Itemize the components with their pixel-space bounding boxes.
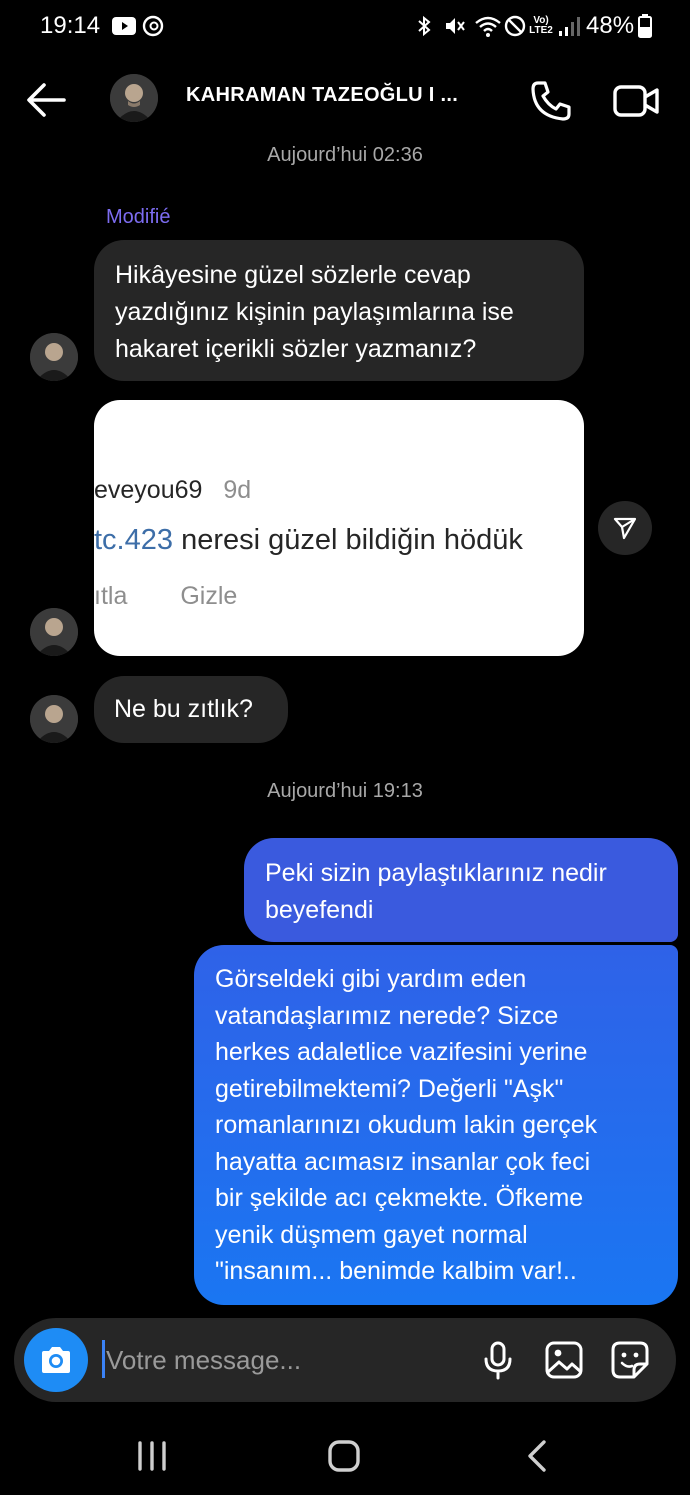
gallery-button[interactable] <box>544 1340 584 1380</box>
status-time: 19:14 <box>40 12 101 39</box>
back-arrow-icon <box>27 83 66 117</box>
comment-username: eveyou69 <box>94 476 203 504</box>
message-line: romanlarınızı okudum lakin gerçek <box>215 1111 598 1139</box>
chevron-left-icon <box>528 1440 546 1472</box>
signal-icon <box>558 14 580 38</box>
wifi-icon <box>474 14 502 38</box>
microphone-icon <box>484 1341 512 1380</box>
status-bar: 19:14 Vo) LTE2 48% <box>0 0 690 52</box>
message-line: Görseldeki gibi yardım eden <box>215 965 527 993</box>
home-icon <box>328 1440 360 1472</box>
contact-avatar[interactable] <box>110 74 158 122</box>
threads-icon <box>142 14 164 38</box>
home-button[interactable] <box>324 1438 364 1474</box>
recent-apps-button[interactable] <box>132 1438 172 1474</box>
comment-mention: tc.423 <box>94 524 173 556</box>
message-text: Ne bu zıtlık? <box>114 695 253 723</box>
thread-timestamp: Aujourd’hui 19:13 <box>267 780 423 802</box>
youtube-icon <box>112 14 136 38</box>
system-nav-bar <box>0 1420 690 1495</box>
sender-avatar[interactable] <box>30 333 78 381</box>
shared-image[interactable]: eveyou69 9d tc.423 neresi güzel bildiğin… <box>94 400 584 656</box>
battery-percent: 48% <box>586 12 635 39</box>
message-line: hayatta acımasız insanlar çok feci <box>215 1147 591 1176</box>
battery-icon <box>638 14 652 38</box>
incoming-message[interactable]: Ne bu zıtlık? <box>94 676 288 743</box>
video-call-button[interactable] <box>612 82 660 120</box>
message-line: hakaret içerikli sözler yazmanız? <box>115 335 477 363</box>
text-caret <box>102 1340 105 1378</box>
do-not-disturb-icon <box>504 14 526 38</box>
contact-name[interactable]: KAHRAMAN TAZEOĞLU I ... <box>186 84 458 107</box>
share-button[interactable] <box>598 501 652 555</box>
voice-call-button[interactable] <box>528 78 574 124</box>
back-button[interactable] <box>24 80 68 120</box>
thread-timestamp: Aujourd’hui 02:36 <box>267 144 423 166</box>
message-line: Peki sizin paylaştıklarınız nedir <box>265 859 607 887</box>
sticker-icon <box>611 1341 649 1379</box>
back-nav-button[interactable] <box>518 1438 558 1474</box>
incoming-message[interactable]: Hikâyesine güzel sözlerle cevap yazdığın… <box>94 240 584 381</box>
outgoing-message[interactable]: Görseldeki gibi yardım eden vatandaşları… <box>194 945 678 1305</box>
voice-message-button[interactable] <box>478 1340 518 1380</box>
message-line: vatandaşlarımız nerede? Sizce <box>215 1001 559 1030</box>
comment-reply-action: ıtla <box>94 582 128 610</box>
message-line: Hikâyesine güzel sözlerle cevap <box>115 261 471 289</box>
bluetooth-icon <box>416 14 432 38</box>
edited-label: Modifié <box>106 206 171 228</box>
video-camera-icon <box>613 85 659 117</box>
send-icon <box>613 517 637 540</box>
message-line: beyefendi <box>265 895 374 924</box>
message-input[interactable] <box>106 1336 466 1384</box>
message-line: getirebilmektemi? Değerli "Aşk" <box>215 1074 564 1103</box>
phone-icon <box>531 81 571 121</box>
comment-age: 9d <box>223 476 252 504</box>
gallery-icon <box>545 1341 583 1379</box>
mute-icon <box>444 14 466 38</box>
message-line: herkes adaletlice vazifesini yerine <box>215 1038 588 1066</box>
message-line: "insanım... benimde kalbim var!.. <box>215 1257 577 1285</box>
sender-avatar[interactable] <box>30 695 78 743</box>
message-line: yazdığınız kişinin paylaşımlarına ise <box>115 298 514 326</box>
network-label: Vo) LTE2 <box>529 15 553 36</box>
sender-avatar[interactable] <box>30 608 78 656</box>
comment-hide-action: Gizle <box>180 582 238 610</box>
chat-header: KAHRAMAN TAZEOĞLU I ... <box>0 60 690 140</box>
camera-icon <box>42 1347 70 1373</box>
recent-apps-icon <box>138 1441 166 1471</box>
comment-text: neresi güzel bildiğin hödük <box>181 524 523 556</box>
message-line: bir şekilde acı çekmekte. Öfkeme <box>215 1184 584 1212</box>
sticker-button[interactable] <box>610 1340 650 1380</box>
message-composer <box>14 1318 676 1402</box>
message-line: yenik düşmem gayet normal <box>215 1220 528 1249</box>
camera-button[interactable] <box>24 1328 88 1392</box>
outgoing-message[interactable]: Peki sizin paylaştıklarınız nedir beyefe… <box>244 838 678 942</box>
